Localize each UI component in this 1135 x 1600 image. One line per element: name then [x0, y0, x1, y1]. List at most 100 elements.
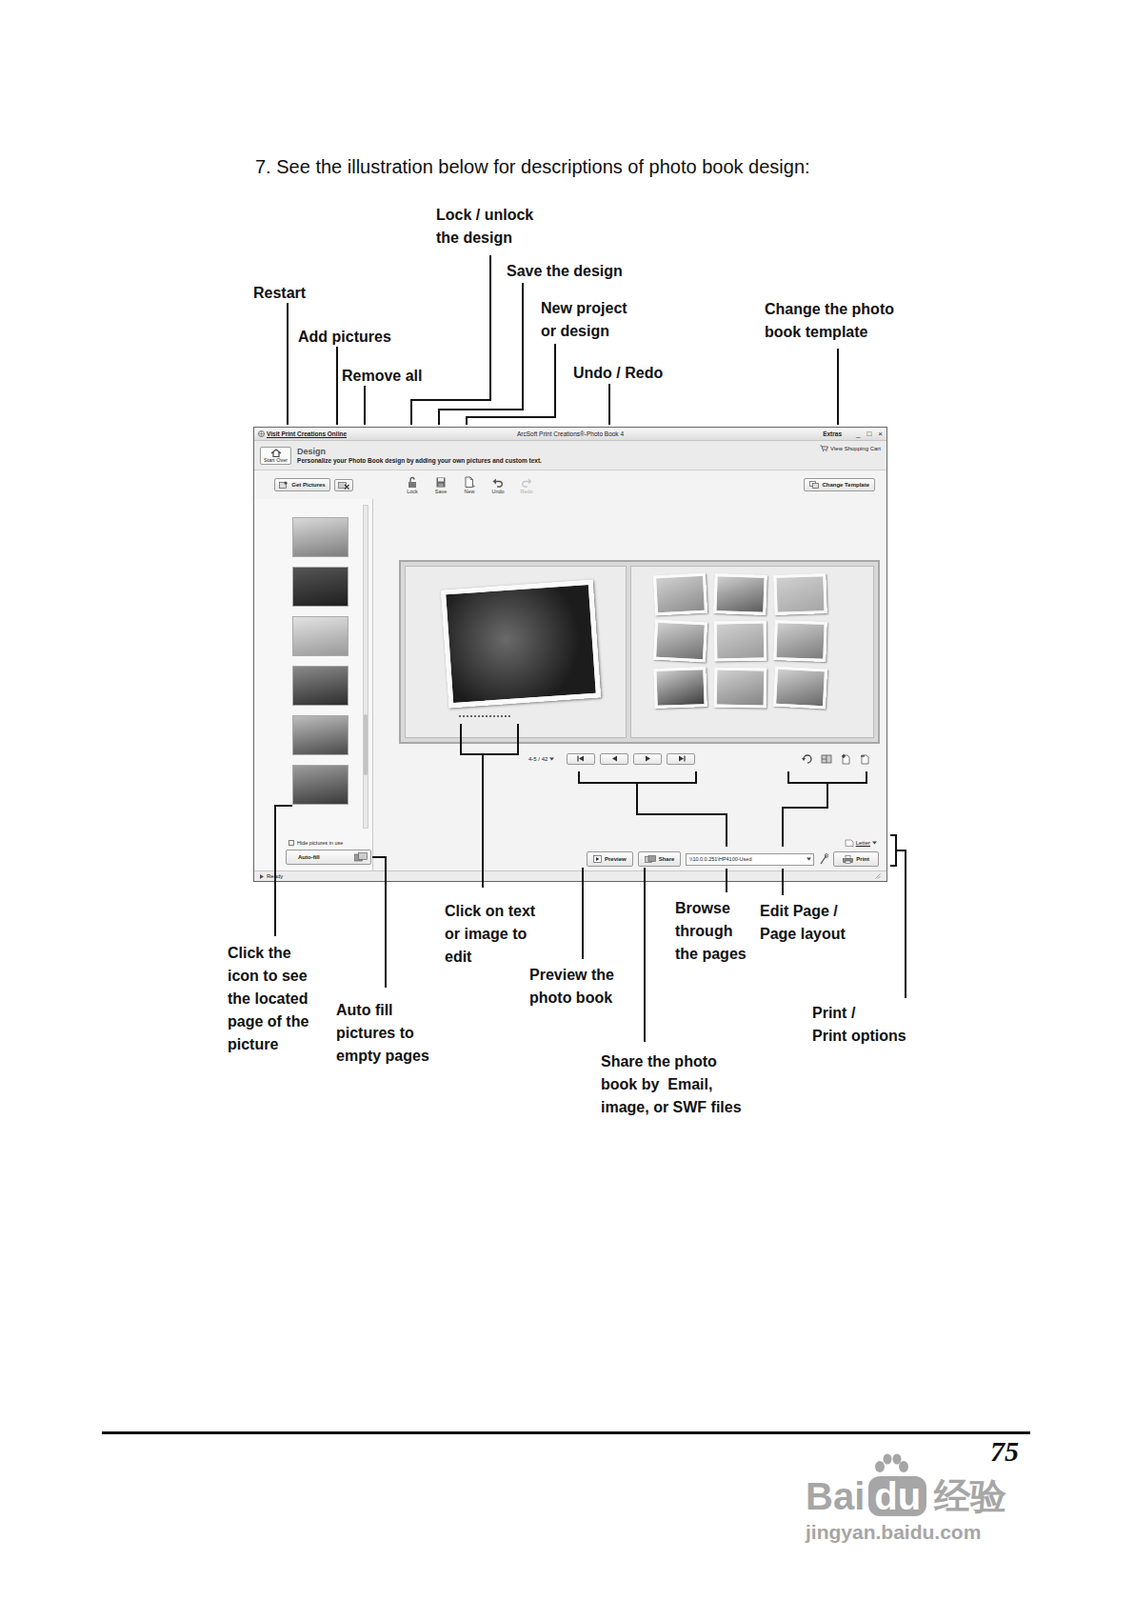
- hide-in-use-label[interactable]: Hide pictures in use: [297, 839, 343, 846]
- paper-size-label[interactable]: Letter: [856, 839, 871, 846]
- visit-link-text[interactable]: Visit Print Creations Online: [266, 430, 347, 438]
- change-template-button[interactable]: Change Template: [803, 477, 876, 492]
- auto-fill-icon: [354, 852, 368, 862]
- maximize-button[interactable]: □: [866, 430, 872, 439]
- callout-label: Click on textor image toedit: [444, 899, 536, 969]
- get-pictures-label[interactable]: Get Pictures: [291, 481, 325, 488]
- callout-label: Restart: [253, 281, 306, 305]
- page-rule: [101, 1431, 1031, 1434]
- share-label[interactable]: Share: [658, 856, 676, 862]
- preview-label[interactable]: Preview: [604, 856, 627, 862]
- paper-size-selector[interactable]: Letter: [844, 836, 877, 849]
- tool-button[interactable]: New: [457, 476, 482, 495]
- extras-menu[interactable]: Extras: [822, 430, 842, 438]
- scrollbar-space: [363, 775, 368, 828]
- page-photo[interactable]: [772, 666, 827, 710]
- tool-button[interactable]: Undo: [485, 476, 511, 495]
- scrollbar-thumb[interactable]: [363, 714, 368, 776]
- page-photo[interactable]: [713, 667, 767, 709]
- callout-line-text: Browse: [675, 896, 747, 920]
- callout-label: New projector design: [540, 297, 628, 343]
- callout-line-text: Restart: [253, 281, 306, 305]
- callout-label: Edit Page /Page layout: [759, 899, 846, 946]
- cart-label[interactable]: View Shopping Cart: [830, 445, 881, 452]
- rotate-svg: [801, 753, 814, 765]
- page-photo[interactable]: [713, 620, 767, 662]
- scrollbar-track[interactable]: [362, 504, 369, 829]
- callout-label: Browsethroughthe pages: [675, 896, 747, 966]
- visit-link[interactable]: Visit Print Creations Online: [258, 430, 518, 438]
- preview-button[interactable]: Preview: [586, 851, 634, 867]
- tool-button[interactable]: Save: [428, 476, 454, 495]
- print-label[interactable]: Print: [856, 856, 870, 862]
- callout-line-text: edit: [444, 945, 536, 969]
- page-photo[interactable]: [653, 666, 707, 709]
- hide-in-use-option[interactable]: Hide pictures in use: [254, 834, 373, 850]
- page-photo[interactable]: [652, 573, 707, 617]
- remove-all-button[interactable]: [334, 478, 354, 492]
- page-indicator[interactable]: 4-5 / 42: [528, 756, 548, 762]
- picture-thumbnail[interactable]: [292, 517, 349, 558]
- tool-button[interactable]: Lock: [399, 476, 425, 495]
- start-over-button[interactable]: Start Over: [259, 446, 292, 465]
- add-picture-svg: [278, 480, 289, 489]
- shopping-cart-link[interactable]: View Shopping Cart: [819, 444, 881, 452]
- next-page-button[interactable]: [633, 753, 662, 765]
- page-selector[interactable]: 4-5 / 42: [528, 756, 555, 762]
- change-template-label[interactable]: Change Template: [821, 481, 870, 488]
- status-arrow-svg: [259, 874, 264, 879]
- tool-label[interactable]: New: [463, 488, 475, 495]
- callout-line: [372, 856, 386, 988]
- page-photo[interactable]: [773, 573, 827, 616]
- page-photo[interactable]: [773, 619, 827, 662]
- start-over-label[interactable]: Start Over: [263, 457, 288, 463]
- printer-select[interactable]: \\10.0.0.251\HP4100-Used: [685, 853, 815, 866]
- floppy-disk-svg: [435, 476, 447, 488]
- watermark-du-badge: du: [868, 1475, 927, 1516]
- minimize-button[interactable]: _: [856, 430, 860, 439]
- picture-thumbnail[interactable]: [292, 566, 349, 607]
- callout-label: Click theicon to seethe locatedpage of t…: [227, 941, 309, 1056]
- step-title: Design: [297, 446, 542, 457]
- add-page-button[interactable]: [839, 753, 852, 765]
- tool-label[interactable]: Lock: [406, 488, 419, 495]
- page-photo[interactable]: [713, 573, 767, 616]
- left-page[interactable]: [404, 565, 627, 738]
- dropdown-arrow-icon: [549, 756, 555, 761]
- printer-name[interactable]: \\10.0.0.251\HP4100-Used: [689, 856, 752, 862]
- page-layout-button[interactable]: [820, 753, 833, 765]
- last-page-button[interactable]: [666, 753, 696, 765]
- rotate-button[interactable]: [801, 753, 814, 765]
- close-button[interactable]: ×: [877, 430, 883, 439]
- picture-thumbnail[interactable]: [292, 764, 349, 805]
- page-number: 75: [990, 1434, 1019, 1468]
- picture-thumbnail[interactable]: [292, 665, 349, 706]
- hide-in-use-checkbox[interactable]: [288, 839, 295, 846]
- auto-fill-button[interactable]: Auto-fill: [285, 849, 372, 865]
- tool-label[interactable]: Undo: [491, 488, 504, 495]
- page-photo[interactable]: [440, 579, 601, 709]
- tool-button: Redo: [514, 476, 539, 495]
- previous-page-button[interactable]: [599, 753, 629, 765]
- auto-fill-label[interactable]: Auto-fill: [298, 854, 320, 860]
- new-document-icon: [463, 476, 476, 488]
- next-page-icon: [641, 754, 655, 763]
- share-button[interactable]: Share: [637, 851, 682, 867]
- paper-svg: [844, 838, 855, 847]
- callout-label: Remove all: [341, 364, 422, 388]
- callout-line-text: Preview the: [529, 963, 615, 987]
- printer-settings-button[interactable]: [818, 853, 829, 865]
- right-page[interactable]: [630, 565, 876, 738]
- print-button[interactable]: Print: [833, 851, 879, 867]
- caption-placeholder[interactable]: [458, 711, 511, 717]
- picture-thumbnail[interactable]: [292, 616, 349, 657]
- photo-book-spread[interactable]: [398, 559, 880, 744]
- tool-label[interactable]: Save: [435, 488, 448, 495]
- get-pictures-button[interactable]: Get Pictures: [274, 477, 330, 492]
- globe-icon: [258, 430, 265, 438]
- page-photo[interactable]: [652, 619, 707, 663]
- action-bar: Preview Share \\10.0.0.251\HP4100-Used Prin…: [586, 851, 879, 867]
- delete-page-button[interactable]: [858, 753, 871, 765]
- picture-thumbnail[interactable]: [292, 715, 349, 756]
- first-page-button[interactable]: [566, 753, 596, 765]
